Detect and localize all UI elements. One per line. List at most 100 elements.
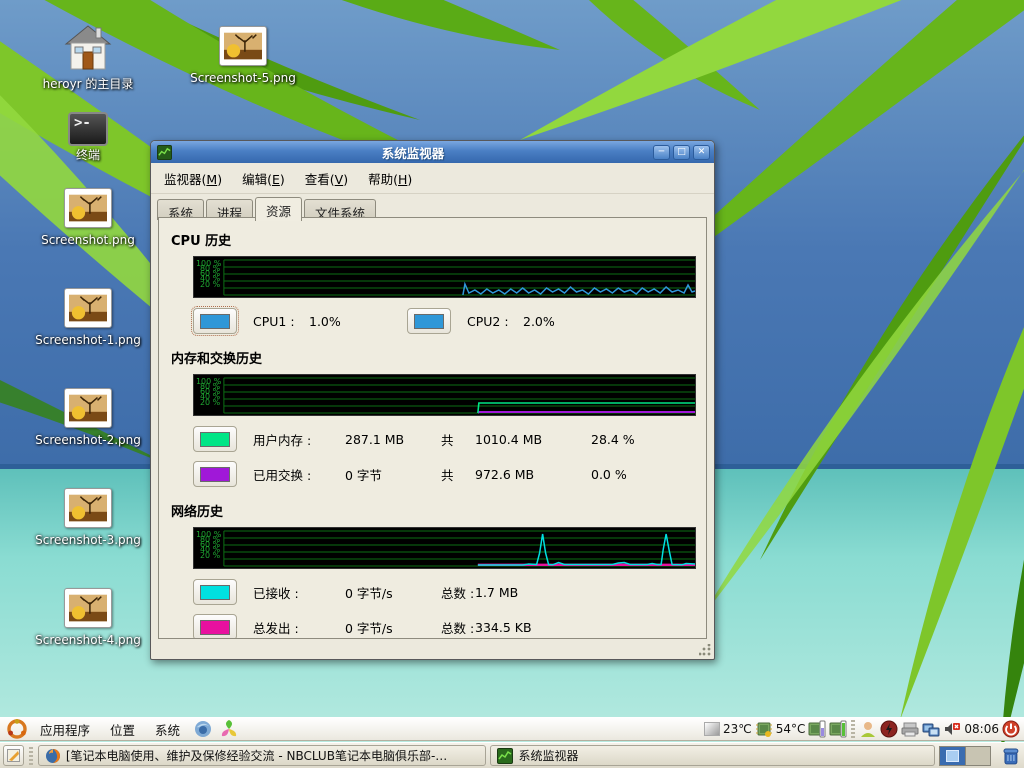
cpu-temperature: 23℃ xyxy=(723,722,752,736)
menu-help[interactable]: 帮助(H) xyxy=(359,166,421,191)
task-button-label: [笔记本电脑使用、维护及保修经验交流 - NBCLUB笔记本电脑俱乐部-… xyxy=(66,747,447,764)
desktop-icon-screenshot-4[interactable]: Screenshot-4.png xyxy=(33,588,143,647)
home-folder-icon xyxy=(62,22,114,75)
memory-history-section: 内存和交换历史 100 %80 % 60 %40 % 20 % xyxy=(171,348,696,487)
task-button-system-monitor[interactable]: 系统监视器 xyxy=(490,745,935,766)
cpu-legend: CPU1 : 1.0% CPU2 : 2.0% xyxy=(193,308,696,334)
swap-color-swatch xyxy=(200,467,230,482)
workspace-2[interactable] xyxy=(965,747,990,765)
desktop-icon-screenshot[interactable]: Screenshot.png xyxy=(33,188,143,247)
cpu1-value: 1.0% xyxy=(309,314,373,329)
workspace-switcher xyxy=(939,746,991,766)
printer-icon[interactable] xyxy=(901,720,919,738)
desktop-icon-screenshot-5[interactable]: Screenshot-5.png xyxy=(188,26,298,85)
system-monitor-icon xyxy=(157,145,172,160)
svg-text:20 %: 20 % xyxy=(200,551,221,560)
applications-menu[interactable]: 应用程序 xyxy=(30,718,100,741)
memory-user-legend: 用户内存 : 287.1 MB 共 1010.4 MB 28.4 % xyxy=(193,426,696,452)
window-menubar: 监视器(M) 编辑(E) 查看(V) 帮助(H) xyxy=(151,163,714,194)
task-button-browser[interactable]: [笔记本电脑使用、维护及保修经验交流 - NBCLUB笔记本电脑俱乐部-… xyxy=(38,745,487,766)
desktop-icon-terminal[interactable]: >- 终端 xyxy=(33,112,143,162)
system-monitor-mini-icon xyxy=(497,748,513,764)
image-thumbnail-icon xyxy=(64,288,112,328)
desktop-icon-home[interactable]: heroyr 的主目录 xyxy=(33,22,143,91)
maximize-button[interactable]: □ xyxy=(673,145,690,160)
memory-section-heading: 内存和交换历史 xyxy=(171,348,696,367)
cpu-freq-applet-icon[interactable] xyxy=(808,720,826,738)
system-menu[interactable]: 系统 xyxy=(145,718,190,741)
hdd-temperature: 54°C xyxy=(776,722,806,736)
cpu1-color-button[interactable] xyxy=(193,308,237,334)
swap-used-legend: 已用交换 : 0 字节 共 972.6 MB 0.0 % xyxy=(193,461,696,487)
shutdown-button-icon[interactable] xyxy=(1002,720,1020,738)
received-total-value: 1.7 MB xyxy=(475,585,591,600)
taskbar-handle xyxy=(29,747,33,765)
memory-total-value: 1010.4 MB xyxy=(475,432,591,447)
tray-separator xyxy=(851,720,855,738)
system-monitor-window: 系统监视器 ─ □ ✕ 监视器(M) 编辑(E) 查看(V) 帮助(H) 系统 … xyxy=(150,140,715,660)
memory-used-value: 287.1 MB xyxy=(345,432,441,447)
tab-resources[interactable]: 资源 xyxy=(255,197,302,221)
received-total-label: 总数 : xyxy=(441,583,475,602)
svg-text:20 %: 20 % xyxy=(200,398,221,407)
desktop-icon-screenshot-1[interactable]: Screenshot-1.png xyxy=(33,288,143,347)
cpu2-color-button[interactable] xyxy=(407,308,451,334)
cpu-chip-thermometer-icon[interactable] xyxy=(755,720,773,738)
swap-used-value: 0 字节 xyxy=(345,465,441,484)
places-menu[interactable]: 位置 xyxy=(100,718,145,741)
browser-launcher-icon[interactable] xyxy=(193,719,213,739)
firefox-icon xyxy=(45,748,61,764)
minimize-button[interactable]: ─ xyxy=(653,145,670,160)
cpu2-color-swatch xyxy=(414,314,444,329)
desktop-icon-screenshot-3[interactable]: Screenshot-3.png xyxy=(33,488,143,547)
show-desktop-button[interactable] xyxy=(3,745,24,766)
sensor-applet-icon[interactable] xyxy=(704,722,720,736)
desktop-icon-screenshot-2[interactable]: Screenshot-2.png xyxy=(33,388,143,447)
user-switcher-icon[interactable] xyxy=(859,720,877,738)
distro-logo-icon[interactable] xyxy=(7,719,27,739)
window-titlebar[interactable]: 系统监视器 ─ □ ✕ xyxy=(151,141,714,163)
desktop: heroyr 的主目录 Screenshot-5.png >- 终端 Scree… xyxy=(0,0,1024,768)
gnome-menu-panel: 应用程序 位置 系统 23℃ 54°C 08:06 xyxy=(0,717,1024,741)
power-manager-icon[interactable] xyxy=(880,720,898,738)
menu-monitor[interactable]: 监视器(M) xyxy=(155,166,231,191)
trash-applet-icon[interactable] xyxy=(1001,746,1021,766)
battery-applet-icon[interactable] xyxy=(829,720,847,738)
swap-of-label: 共 xyxy=(441,465,475,484)
image-thumbnail-icon xyxy=(64,388,112,428)
desktop-icon-label: Screenshot.png xyxy=(33,234,143,247)
sent-color-button[interactable] xyxy=(193,614,237,639)
window-resize-grip[interactable] xyxy=(699,644,711,656)
swap-label: 已用交换 : xyxy=(253,465,345,484)
workspace-1[interactable] xyxy=(940,747,965,765)
image-thumbnail-icon xyxy=(64,588,112,628)
clock-applet[interactable]: 08:06 xyxy=(964,722,999,736)
received-color-button[interactable] xyxy=(193,579,237,605)
desktop-icon-label: Screenshot-2.png xyxy=(33,434,143,447)
close-button[interactable]: ✕ xyxy=(693,145,710,160)
swap-percent: 0.0 % xyxy=(591,467,627,482)
volume-muted-icon[interactable] xyxy=(943,720,961,738)
network-monitor-icon[interactable] xyxy=(922,720,940,738)
net-sent-legend: 总发出 : 0 字节/s 总数 : 334.5 KB xyxy=(193,614,696,639)
system-tray: 23℃ 54°C 08:06 xyxy=(704,720,1020,738)
memory-color-button[interactable] xyxy=(193,426,237,452)
network-history-section: 网络历史 100 %80 % 60 %40 % 20 % xyxy=(171,501,696,639)
sent-total-label: 总数 : xyxy=(441,618,475,637)
menu-view[interactable]: 查看(V) xyxy=(296,166,357,191)
desktop-icon-label: Screenshot-5.png xyxy=(188,72,298,85)
swap-color-button[interactable] xyxy=(193,461,237,487)
network-section-heading: 网络历史 xyxy=(171,501,696,520)
svg-text:20 %: 20 % xyxy=(200,280,221,289)
window-list-taskbar: [笔记本电脑使用、维护及保修经验交流 - NBCLUB笔记本电脑俱乐部-… 系统… xyxy=(0,742,1024,768)
memory-color-swatch xyxy=(200,432,230,447)
received-label: 已接收 : xyxy=(253,583,345,602)
desktop-icon-label: Screenshot-1.png xyxy=(33,334,143,347)
menu-edit[interactable]: 编辑(E) xyxy=(233,166,294,191)
sent-total-value: 334.5 KB xyxy=(475,620,591,635)
cpu2-value: 2.0% xyxy=(523,314,587,329)
desktop-icon-label: Screenshot-4.png xyxy=(33,634,143,647)
show-desktop-icon xyxy=(7,749,20,762)
cpu1-label: CPU1 : xyxy=(253,314,309,329)
pinwheel-launcher-icon[interactable] xyxy=(219,719,239,739)
